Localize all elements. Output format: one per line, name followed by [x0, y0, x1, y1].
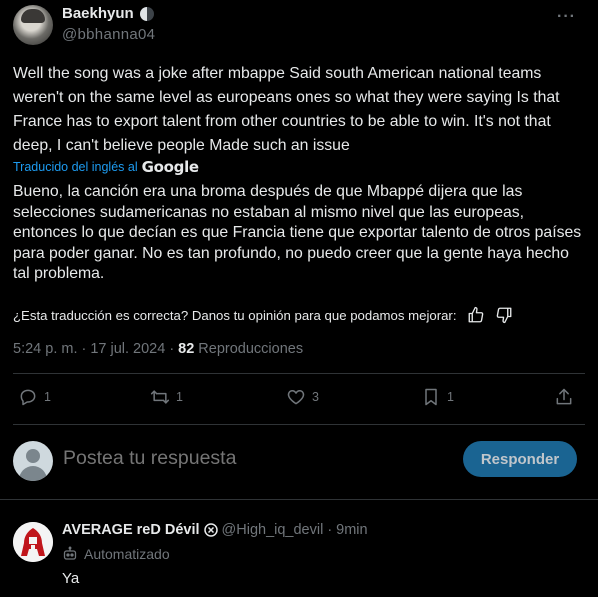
reply-button[interactable]: Responder	[463, 441, 577, 477]
author-name[interactable]: Baekhyun	[62, 5, 134, 22]
reply-author-handle[interactable]: @High_iq_devil	[222, 522, 324, 538]
reply-separator: ·	[327, 522, 333, 538]
reply-author-avatar[interactable]	[13, 522, 53, 562]
heart-icon	[287, 390, 305, 405]
like-count: 3	[312, 390, 319, 404]
translation-feedback: ¿Esta traducción es correcta? Danos tu o…	[13, 306, 513, 324]
repost-action[interactable]: 1	[150, 387, 183, 407]
thumbs-up-icon[interactable]	[467, 306, 485, 324]
reply-time[interactable]: 9min	[336, 522, 367, 538]
google-logo: Google	[141, 158, 199, 176]
x-circle-icon	[203, 523, 218, 537]
reply-count: 1	[44, 390, 51, 404]
divider	[13, 373, 585, 374]
more-icon[interactable]: ···	[557, 8, 576, 26]
reply-action[interactable]: 1	[18, 387, 51, 407]
author-handle[interactable]: @bbhanna04	[62, 26, 155, 43]
reply-input[interactable]	[63, 447, 443, 470]
reply-icon	[20, 389, 36, 406]
automated-label: Automatizado	[84, 546, 170, 562]
bookmark-action[interactable]: 1	[421, 387, 454, 407]
thumbs-down-icon[interactable]	[495, 306, 513, 324]
post-date[interactable]: 17 jul. 2024	[90, 341, 165, 357]
meta-separator: ·	[81, 341, 87, 357]
views-count[interactable]: 82	[178, 341, 194, 357]
translation-attribution[interactable]: Traducido del inglés al Google	[13, 158, 199, 176]
repost-icon	[150, 390, 170, 404]
like-action[interactable]: 3	[286, 387, 319, 407]
reply-author-name[interactable]: AVERAGE reD Dévil	[62, 522, 200, 538]
user-avatar[interactable]	[13, 441, 53, 481]
author-name-row[interactable]: Baekhyun	[62, 5, 154, 22]
translated-by-label: Traducido del inglés al	[13, 160, 138, 174]
action-bar: 1 1 3 1	[0, 387, 598, 411]
reply-composer: Responder	[0, 437, 598, 483]
reply-text: Ya	[62, 570, 80, 587]
author-avatar[interactable]	[13, 5, 53, 45]
post-meta: 5:24 p. m. · 17 jul. 2024 · 82 Reproducc…	[13, 341, 303, 357]
meta-separator: ·	[169, 341, 175, 357]
divider	[0, 499, 598, 500]
moon-icon	[139, 6, 154, 21]
share-icon	[556, 388, 572, 405]
automated-badge: Automatizado	[62, 546, 170, 562]
post-text-translated: Bueno, la canción era una broma después …	[13, 183, 582, 282]
bookmark-icon	[425, 388, 437, 406]
feedback-question: ¿Esta traducción es correcta? Danos tu o…	[13, 307, 457, 323]
robot-icon	[63, 546, 77, 560]
bookmark-count: 1	[447, 390, 454, 404]
reply-author-row[interactable]: AVERAGE reD Dévil @High_iq_devil · 9min	[62, 522, 368, 538]
post-text-original: Well the song was a joke after mbappe Sa…	[13, 65, 560, 154]
divider	[13, 424, 585, 425]
share-action[interactable]	[554, 387, 574, 407]
post-time[interactable]: 5:24 p. m.	[13, 341, 77, 357]
views-label[interactable]: Reproducciones	[198, 341, 303, 357]
repost-count: 1	[176, 390, 183, 404]
